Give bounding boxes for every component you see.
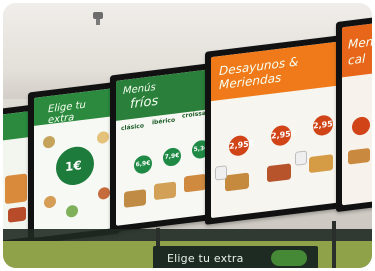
cup-icon (295, 150, 307, 166)
ceiling-fixture (93, 12, 103, 25)
price-label: 1€ (65, 158, 82, 175)
food-photo (267, 163, 291, 183)
photo-frame: Elige tu extra 1€ Menús fríos clásico ib… (3, 3, 372, 268)
food-photo (309, 154, 333, 174)
item-icon (66, 204, 78, 218)
item-icon (97, 130, 109, 145)
food-photo (124, 189, 146, 208)
item-icon (44, 195, 56, 209)
item-icon (43, 135, 55, 149)
bottom-sign-text: Elige tu extra (167, 252, 244, 265)
bottom-sign-badge (271, 250, 307, 266)
support-pole (332, 221, 336, 268)
food-photo (348, 147, 370, 165)
menu-panel-menus-frios: Menús fríos clásico ibérico croissant 6,… (110, 62, 217, 233)
food-photo (225, 172, 249, 192)
cup-icon (215, 165, 227, 181)
menu-panel-desayunos: Desayunos & Meriendas 2,95€ 2,95€ 2,95€ (205, 34, 350, 225)
column-label: clásico (121, 122, 144, 133)
panel-title-line1: Menú (348, 33, 372, 52)
column-label: ibérico (152, 116, 176, 127)
price-badge: 2,95€ (271, 124, 296, 147)
price-badge: 7,9€ (163, 146, 181, 168)
price-badge (352, 115, 370, 137)
food-photo (184, 173, 206, 193)
price-badge: 2,95€ (229, 134, 254, 157)
bottom-sign: Elige tu extra (153, 246, 318, 268)
price-badge: 2,95€ (313, 114, 338, 137)
panel-title-line2: cal (348, 51, 366, 68)
item-icon (98, 186, 110, 201)
food-photo (154, 181, 176, 201)
menu-panel-elige-extra: Elige tu extra 1€ (28, 81, 120, 245)
price-badge: 6,9€ (134, 154, 152, 175)
menu-panel-right-partial: Menú cal (336, 15, 372, 213)
